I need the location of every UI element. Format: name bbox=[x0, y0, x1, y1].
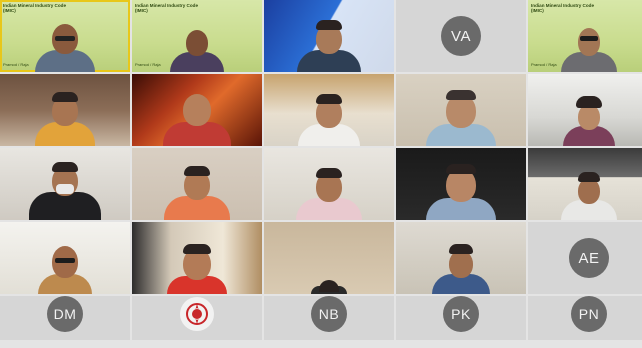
participant-tile-r4c3[interactable] bbox=[264, 222, 394, 294]
participant-video bbox=[421, 74, 501, 146]
participant-avatar: PN bbox=[571, 296, 607, 332]
participant-tile-r5c5[interactable]: PN bbox=[528, 296, 642, 340]
participant-video bbox=[289, 148, 369, 220]
participant-video bbox=[421, 148, 501, 220]
participant-tile-r1c3[interactable] bbox=[264, 0, 394, 72]
participant-video bbox=[25, 0, 105, 72]
participant-video bbox=[25, 74, 105, 146]
participant-tile-r4c1[interactable] bbox=[0, 222, 130, 294]
participant-tile-r4c5[interactable]: AE bbox=[528, 222, 642, 294]
participant-tile-r5c3[interactable]: NB bbox=[264, 296, 394, 340]
participant-video bbox=[549, 148, 629, 220]
participant-tile-r1c1[interactable]: Indian Mineral Industry Code (IMIC) Pram… bbox=[0, 0, 130, 72]
video-grid: Indian Mineral Industry Code (IMIC) Pram… bbox=[0, 0, 642, 348]
participant-video bbox=[289, 222, 369, 294]
participant-avatar: DM bbox=[47, 296, 83, 332]
participant-tile-r4c4[interactable] bbox=[396, 222, 526, 294]
participant-avatar: NB bbox=[311, 296, 347, 332]
participant-video bbox=[549, 0, 629, 72]
participant-tile-r2c1[interactable] bbox=[0, 74, 130, 146]
participant-video bbox=[25, 148, 105, 220]
participant-video bbox=[421, 222, 501, 294]
participant-video bbox=[157, 148, 237, 220]
participant-tile-r2c5[interactable] bbox=[528, 74, 642, 146]
participant-video bbox=[157, 222, 237, 294]
participant-tile-r5c1[interactable]: DM bbox=[0, 296, 130, 340]
participant-tile-r3c1[interactable] bbox=[0, 148, 130, 220]
participant-tile-r3c2[interactable] bbox=[132, 148, 262, 220]
participant-tile-r5c2[interactable] bbox=[132, 296, 262, 340]
participant-avatar: VA bbox=[441, 16, 481, 56]
participant-video bbox=[549, 74, 629, 146]
participant-video bbox=[157, 74, 237, 146]
participant-tile-r1c4[interactable]: VA bbox=[396, 0, 526, 72]
participant-tile-r2c3[interactable] bbox=[264, 74, 394, 146]
participant-tile-r1c2[interactable]: Indian Mineral Industry Code (IMIC) Pram… bbox=[132, 0, 262, 72]
participant-tile-r4c2[interactable] bbox=[132, 222, 262, 294]
participant-tile-r5c4[interactable]: PK bbox=[396, 296, 526, 340]
participant-avatar: PK bbox=[443, 296, 479, 332]
participant-tile-r3c3[interactable] bbox=[264, 148, 394, 220]
participant-avatar: AE bbox=[569, 238, 609, 278]
participant-tile-r1c5[interactable]: Indian Mineral Industry Code (IMIC) Pram… bbox=[528, 0, 642, 72]
participant-video bbox=[157, 0, 237, 72]
participant-video bbox=[25, 222, 105, 294]
participant-video bbox=[289, 0, 369, 72]
participant-tile-r3c5[interactable] bbox=[528, 148, 642, 220]
participant-video bbox=[289, 74, 369, 146]
emblem-icon bbox=[180, 297, 214, 331]
participant-tile-r3c4[interactable] bbox=[396, 148, 526, 220]
participant-tile-r2c4[interactable] bbox=[396, 74, 526, 146]
participant-tile-r2c2[interactable] bbox=[132, 74, 262, 146]
